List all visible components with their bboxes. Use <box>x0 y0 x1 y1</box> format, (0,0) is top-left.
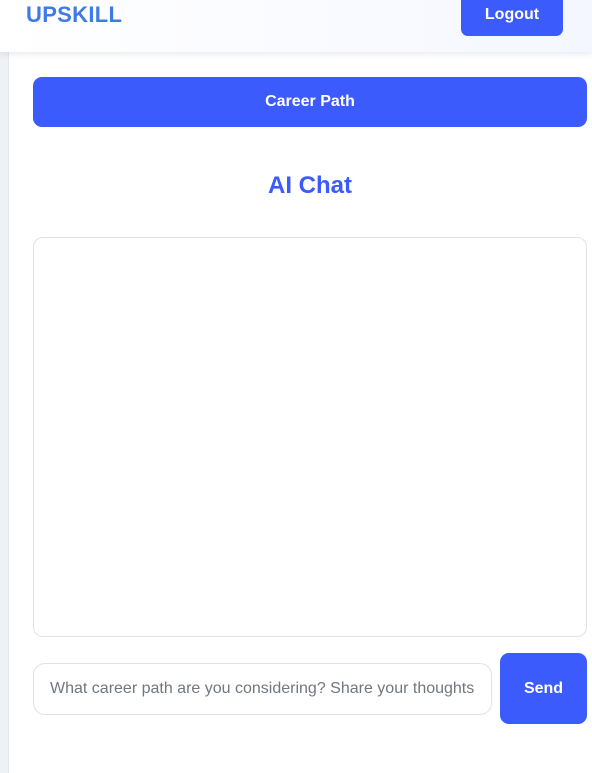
chat-input[interactable] <box>33 663 492 715</box>
page: UPSKILL Logout Career Path AI Chat Send <box>0 0 592 773</box>
sidebar-edge <box>0 52 9 773</box>
top-navbar: UPSKILL Logout <box>0 0 592 52</box>
brand-logo[interactable]: UPSKILL <box>26 3 122 27</box>
career-path-button[interactable]: Career Path <box>33 77 587 127</box>
logout-button[interactable]: Logout <box>461 0 563 36</box>
chat-message-area[interactable] <box>33 237 587 637</box>
chat-title: AI Chat <box>268 172 352 199</box>
send-button[interactable]: Send <box>500 653 587 724</box>
